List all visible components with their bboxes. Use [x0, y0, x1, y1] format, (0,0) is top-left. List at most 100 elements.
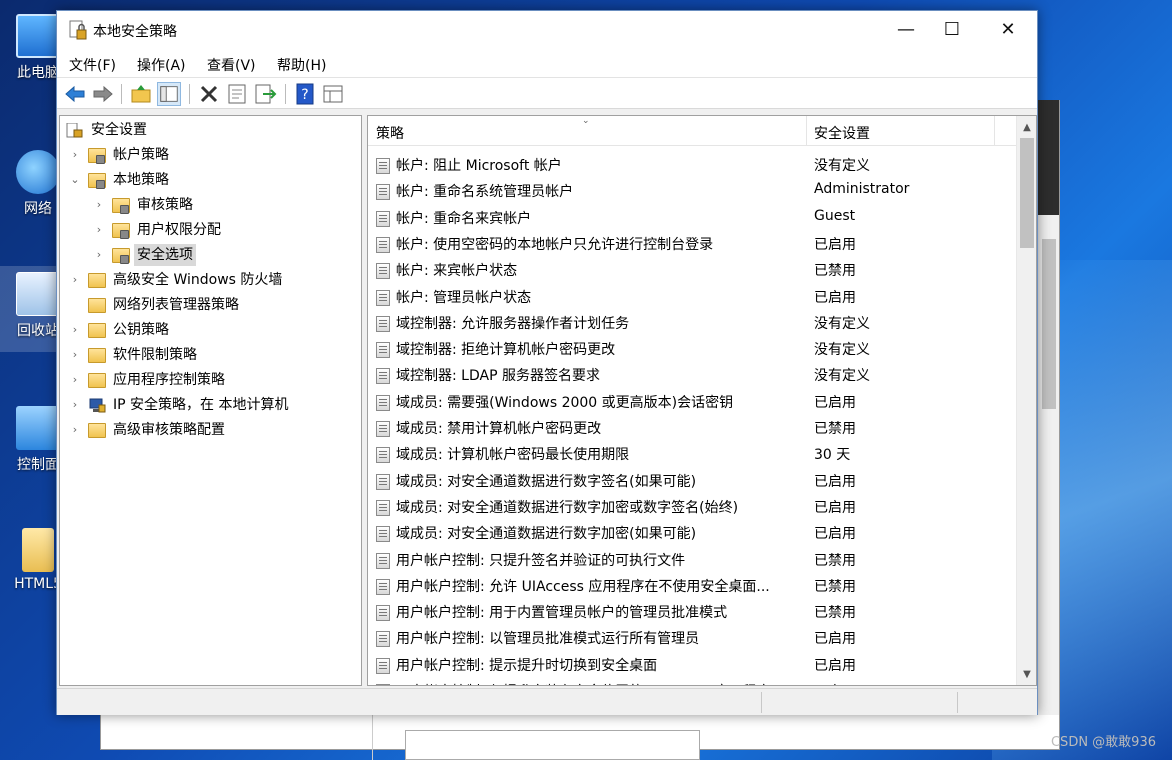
toolbar: ? [57, 77, 1037, 109]
policy-row[interactable]: 帐户: 使用空密码的本地帐户只允许进行控制台登录 已启用 [368, 231, 1016, 257]
policy-icon [376, 499, 390, 516]
tree-item-public-key[interactable]: › 公钥策略 [68, 319, 358, 341]
policy-row[interactable]: 域成员: 对安全通道数据进行数字加密(如果可能) 已启用 [368, 520, 1016, 546]
folder-icon [88, 373, 106, 388]
tree-item-software-restriction[interactable]: › 软件限制策略 [68, 344, 358, 366]
tree-item-label: 软件限制策略 [113, 347, 197, 363]
chevron-down-icon[interactable]: ⌄ [68, 169, 82, 191]
policy-setting: 没有定义 [814, 342, 870, 359]
background-input-box[interactable] [405, 730, 700, 760]
properties-icon[interactable] [225, 82, 249, 106]
close-button[interactable]: ✕ [985, 11, 1031, 49]
tree-item-ip-security[interactable]: › IP 安全策略，在 本地计算机 [68, 394, 358, 416]
list-scrollbar[interactable]: ▲ ▼ [1016, 116, 1036, 685]
column-header-policy[interactable]: 策略 [376, 123, 404, 143]
view-icon[interactable] [321, 82, 345, 106]
policy-row[interactable]: 域成员: 禁用计算机帐户密码更改 已禁用 [368, 415, 1016, 441]
policy-row[interactable]: 域控制器: 允许服务器操作者计划任务 没有定义 [368, 310, 1016, 336]
policy-row[interactable]: 帐户: 重命名来宾帐户 Guest [368, 205, 1016, 231]
policy-row[interactable]: 帐户: 管理员帐户状态 已启用 [368, 284, 1016, 310]
folder-icon [88, 273, 106, 288]
policy-list-pane[interactable]: 策略 ⌄ 安全设置 帐户: 阻止 Microsoft 帐户 没有定义 帐户: 重命名… [367, 115, 1037, 686]
tree-item-label: IP 安全策略，在 本地计算机 [113, 397, 289, 413]
tree-item-label: 高级审核策略配置 [113, 422, 225, 438]
tree-root[interactable]: 安全设置 [66, 119, 356, 141]
policy-row[interactable]: 域成员: 对安全通道数据进行数字签名(如果可能) 已启用 [368, 468, 1016, 494]
policy-row[interactable]: 域控制器: 拒绝计算机帐户密码更改 没有定义 [368, 336, 1016, 362]
export-list-icon[interactable] [253, 82, 277, 106]
column-divider[interactable] [806, 116, 807, 146]
chevron-right-icon[interactable]: › [68, 319, 82, 341]
menu-help[interactable]: 帮助(H) [277, 55, 326, 75]
up-folder-icon[interactable] [129, 82, 153, 106]
menu-action[interactable]: 操作(A) [137, 55, 186, 75]
background-window-dark-strip [1037, 100, 1059, 215]
policy-row[interactable]: 帐户: 重命名系统管理员帐户 Administrator [368, 178, 1016, 204]
background-window-scrollbar[interactable] [1037, 215, 1059, 715]
policy-row[interactable]: 域控制器: LDAP 服务器签名要求 没有定义 [368, 362, 1016, 388]
chevron-right-icon[interactable]: › [68, 269, 82, 291]
policy-row[interactable]: 域成员: 对安全通道数据进行数字加密或数字签名(始终) 已启用 [368, 494, 1016, 520]
policy-name: 域控制器: 拒绝计算机帐户密码更改 [396, 342, 616, 359]
security-settings-icon [66, 123, 83, 138]
menu-view[interactable]: 查看(V) [207, 55, 256, 75]
toolbar-separator [121, 84, 122, 104]
maximize-button[interactable]: ☐ [929, 11, 975, 49]
folder-lock-icon [112, 223, 130, 239]
tree-pane[interactable]: 安全设置 › 帐户策略 ⌄ 本地策略 › 审核策略 › 用户权限分配 › 安全选… [59, 115, 362, 686]
policy-icon [376, 158, 390, 174]
chevron-right-icon[interactable]: › [92, 244, 106, 266]
chevron-right-icon[interactable]: › [68, 394, 82, 416]
tree-item-account-policies[interactable]: › 帐户策略 [68, 144, 358, 166]
policy-setting: 没有定义 [814, 315, 870, 332]
policy-setting: 已禁用 [814, 578, 856, 595]
scroll-up-icon[interactable]: ▲ [1017, 118, 1036, 138]
chevron-right-icon[interactable]: › [92, 194, 106, 216]
delete-icon[interactable] [197, 82, 221, 106]
tree-item-security-options[interactable]: › 安全选项 [92, 244, 352, 266]
minimize-button[interactable]: — [883, 11, 929, 49]
forward-icon[interactable] [91, 82, 115, 106]
title-bar[interactable]: 本地安全策略 — ☐ ✕ [57, 11, 1037, 49]
policy-row[interactable]: 帐户: 阻止 Microsoft 帐户 没有定义 [368, 152, 1016, 178]
help-icon[interactable]: ? [293, 82, 317, 106]
tree-item-network-list[interactable]: 网络列表管理器策略 [68, 294, 358, 316]
policy-row[interactable]: 用户帐户控制: 提示提升时切换到安全桌面 已启用 [368, 652, 1016, 678]
policy-row[interactable]: 用户帐户控制: 用于内置管理员帐户的管理员批准模式 已禁用 [368, 599, 1016, 625]
back-icon[interactable] [63, 82, 87, 106]
local-security-policy-window[interactable]: 本地安全策略 — ☐ ✕ 文件(F) 操作(A) 查看(V) 帮助(H) ? 安… [56, 10, 1038, 715]
policy-name: 域控制器: 允许服务器操作者计划任务 [396, 315, 630, 332]
scroll-down-icon[interactable]: ▼ [1017, 665, 1036, 685]
menu-file[interactable]: 文件(F) [69, 55, 116, 75]
tree-item-firewall[interactable]: › 高级安全 Windows 防火墙 [68, 269, 358, 291]
tree-item-audit-policy[interactable]: › 审核策略 [92, 194, 352, 216]
computer-icon [16, 14, 60, 58]
chevron-right-icon[interactable]: › [68, 144, 82, 166]
policy-setting: 已启用 [814, 394, 856, 411]
policy-row[interactable]: 域成员: 需要强(Windows 2000 或更高版本)会话密钥 已启用 [368, 389, 1016, 415]
background-scroll-thumb[interactable] [1042, 239, 1056, 409]
show-hide-tree-icon[interactable] [157, 82, 181, 106]
policy-row[interactable]: 用户帐户控制: 允许 UIAccess 应用程序在不使用安全桌面... 已禁用 [368, 573, 1016, 599]
column-divider[interactable] [994, 116, 995, 146]
tree-item-local-policies[interactable]: ⌄ 本地策略 [68, 169, 358, 191]
chevron-right-icon[interactable]: › [68, 419, 82, 441]
policy-row[interactable]: 域成员: 计算机帐户密码最长使用期限 30 天 [368, 441, 1016, 467]
policy-row[interactable]: 帐户: 来宾帐户状态 已禁用 [368, 257, 1016, 283]
policy-row[interactable]: 用户帐户控制: 以管理员批准模式运行所有管理员 已启用 [368, 625, 1016, 651]
policy-name: 帐户: 重命名来宾帐户 [396, 210, 532, 227]
tree-item-app-control[interactable]: › 应用程序控制策略 [68, 369, 358, 391]
policy-row[interactable]: 用户帐户控制: 仅提升安装在安全位置的 UIAccess 应用程序 已启用 [368, 678, 1016, 685]
chevron-right-icon[interactable]: › [68, 369, 82, 391]
chevron-right-icon[interactable]: › [92, 219, 106, 241]
column-header-setting[interactable]: 安全设置 [814, 123, 870, 143]
chevron-right-icon[interactable]: › [68, 344, 82, 366]
policy-name: 帐户: 来宾帐户状态 [396, 263, 518, 280]
folder-lock-icon [88, 148, 106, 164]
list-header: 策略 ⌄ 安全设置 [368, 116, 1016, 146]
tree-item-advanced-audit[interactable]: › 高级审核策略配置 [68, 419, 358, 441]
tree-item-user-rights[interactable]: › 用户权限分配 [92, 219, 352, 241]
policy-setting: 已禁用 [814, 552, 856, 569]
policy-row[interactable]: 用户帐户控制: 只提升签名并验证的可执行文件 已禁用 [368, 547, 1016, 573]
scroll-thumb[interactable] [1020, 138, 1034, 248]
